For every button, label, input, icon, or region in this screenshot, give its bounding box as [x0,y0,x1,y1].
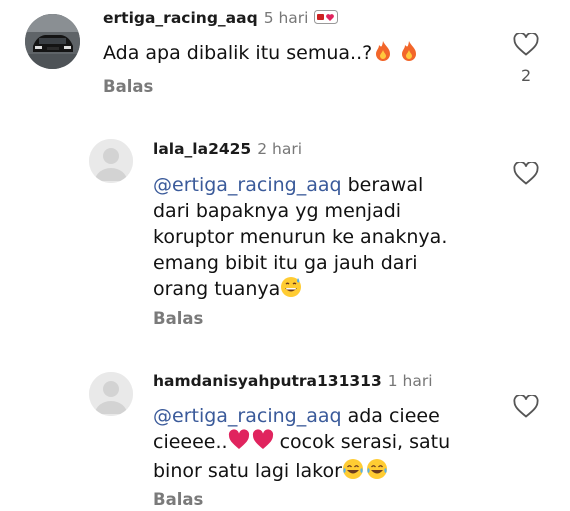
mention-link[interactable]: @ertiga_racing_aaq [153,405,342,427]
comment-text: Ada apa dibalik itu semua..? [103,40,420,69]
avatar[interactable] [25,14,80,69]
comment-text: @ertiga_racing_aaq ada cieee cieeee.. co… [153,403,513,487]
creator-badge-icon [314,9,339,28]
comment-text: @ertiga_racing_aaq berawal dari bapaknya… [153,172,513,305]
mention-link[interactable]: @ertiga_racing_aaq [153,174,342,196]
like-heart-icon[interactable] [513,160,539,186]
comment-item: ertiga_racing_aaq 5 hari Ada apa dibalik … [0,0,570,100]
avatar[interactable] [89,139,133,183]
username[interactable]: ertiga_racing_aaq [103,9,258,27]
comment-header: lala_la2425 2 hari [153,140,302,158]
car-avatar-image [25,14,80,69]
reply-button[interactable]: Balas [153,309,203,328]
username[interactable]: hamdanisyahputra131313 [153,372,382,390]
comment-header: hamdanisyahputra131313 1 hari [153,372,433,390]
tears-of-joy-emoji-icon [342,458,364,487]
like-heart-icon[interactable] [513,393,539,419]
default-avatar-icon [89,139,133,183]
fire-icon [398,40,420,69]
username[interactable]: lala_la2425 [153,140,251,158]
red-heart-icon [228,429,250,458]
tears-of-joy-emoji-icon [366,458,388,487]
like-heart-icon[interactable] [513,31,539,57]
timestamp: 1 hari [387,372,433,390]
comment-header: ertiga_racing_aaq 5 hari [103,9,339,28]
comment-item: lala_la2425 2 hari @ertiga_racing_aaq ber… [0,125,570,335]
comment-item: hamdanisyahputra131313 1 hari @ertiga_rac… [0,358,570,511]
default-avatar-icon [89,372,133,416]
like-count: 2 [521,66,532,85]
timestamp: 5 hari [263,9,309,27]
grinning-sweat-emoji-icon [280,276,302,305]
avatar[interactable] [89,372,133,416]
red-heart-icon [252,429,274,458]
reply-button[interactable]: Balas [153,490,203,509]
fire-icon [372,40,394,69]
timestamp: 2 hari [257,140,303,158]
reply-button[interactable]: Balas [103,77,153,96]
